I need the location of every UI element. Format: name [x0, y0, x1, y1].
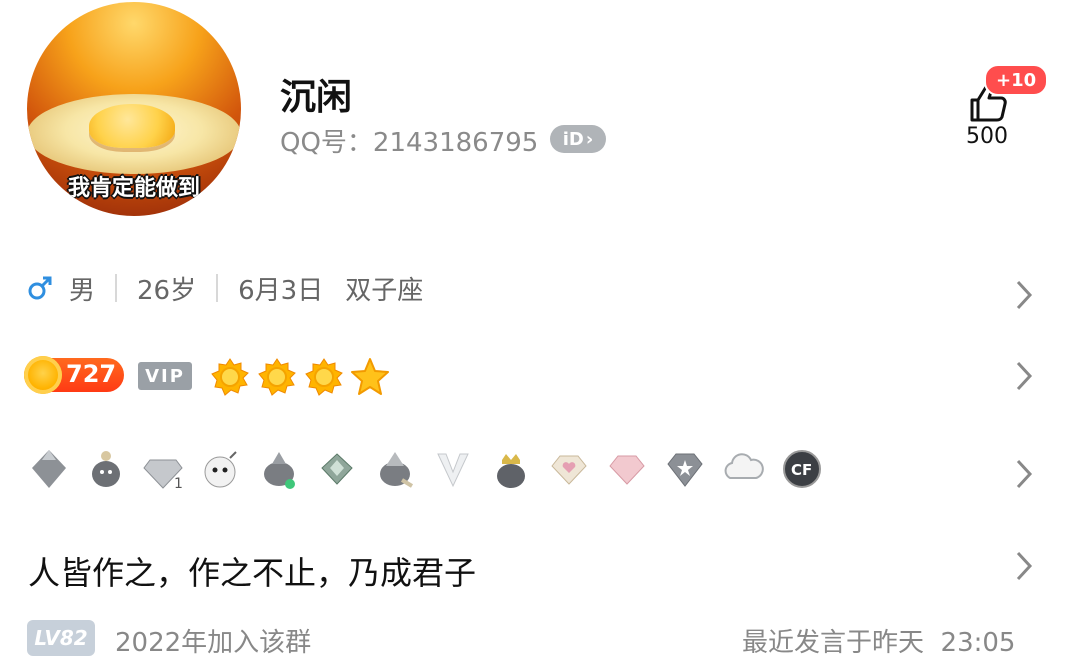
level-badge: LV82 — [27, 620, 95, 656]
last-spoke-text: 最近发言于昨天 23:05 — [742, 628, 1016, 658]
crown-penguin-badge-icon[interactable] — [488, 446, 534, 492]
id-chevron-icon: › — [585, 128, 594, 150]
id-badge-label: iD — [562, 128, 584, 150]
like-plus-badge: +10 — [984, 64, 1049, 96]
cloud-badge-icon[interactable] — [720, 446, 766, 492]
male-icon — [28, 276, 52, 300]
sun-icon — [258, 358, 296, 396]
basic-info-row[interactable]: 男 26岁 6月3日 双子座 — [27, 270, 423, 306]
profile-name: 沉闲 — [280, 77, 353, 118]
green-diamond-badge-icon[interactable] — [314, 446, 360, 492]
zodiac-text: 双子座 — [345, 275, 424, 306]
chevron-right-icon[interactable] — [1014, 360, 1034, 392]
chevron-right-icon[interactable] — [1014, 550, 1034, 582]
id-card-button[interactable]: iD › — [550, 125, 606, 153]
join-date-text: 2022年加入该群 — [115, 628, 312, 658]
cf-badge-icon[interactable]: CF — [779, 446, 825, 492]
vip-badge[interactable]: VIP — [138, 362, 192, 390]
avatar-caption: 我肯定能做到 — [67, 176, 200, 201]
pink-diamond-badge-icon[interactable] — [604, 446, 650, 492]
gray-bird-badge-icon[interactable] — [26, 446, 72, 492]
avatar-egg — [89, 104, 175, 148]
coin-level: 727 — [66, 360, 117, 388]
separator — [115, 274, 118, 302]
penguin-green-badge-icon[interactable] — [256, 446, 302, 492]
white-v-badge-icon[interactable] — [430, 446, 476, 492]
coin-icon — [24, 356, 62, 394]
gender-text: 男 — [69, 275, 96, 306]
avatar[interactable]: 我肯定能做到 — [27, 2, 241, 216]
age-text: 26岁 — [137, 275, 197, 306]
bomb-face-badge-icon[interactable] — [198, 446, 244, 492]
sun-icon — [211, 358, 249, 396]
penguin-gray-badge-icon[interactable] — [372, 446, 418, 492]
chevron-right-icon[interactable] — [1014, 279, 1034, 311]
like-button[interactable]: +10 500 — [960, 62, 1049, 162]
diamond-1-badge-icon[interactable]: 1 — [140, 446, 186, 492]
birthday-text: 6月3日 — [238, 275, 324, 306]
svg-text:1: 1 — [174, 476, 183, 492]
penguin-hat-badge-icon[interactable] — [83, 446, 129, 492]
pink-heart-diamond-badge-icon[interactable] — [546, 446, 592, 492]
svg-text:CF: CF — [791, 461, 812, 479]
separator — [216, 274, 219, 302]
signature-text[interactable]: 人皆作之，作之不止，乃成君子 — [28, 548, 476, 594]
chevron-right-icon[interactable] — [1014, 458, 1034, 490]
like-count: 500 — [966, 124, 1008, 149]
sun-icon — [305, 358, 343, 396]
star-icon — [351, 358, 389, 395]
level-coin-badge[interactable]: 727 — [24, 356, 124, 394]
gray-diamond-star-badge-icon[interactable] — [662, 446, 708, 492]
qq-number: QQ号：2143186795 — [280, 128, 539, 158]
